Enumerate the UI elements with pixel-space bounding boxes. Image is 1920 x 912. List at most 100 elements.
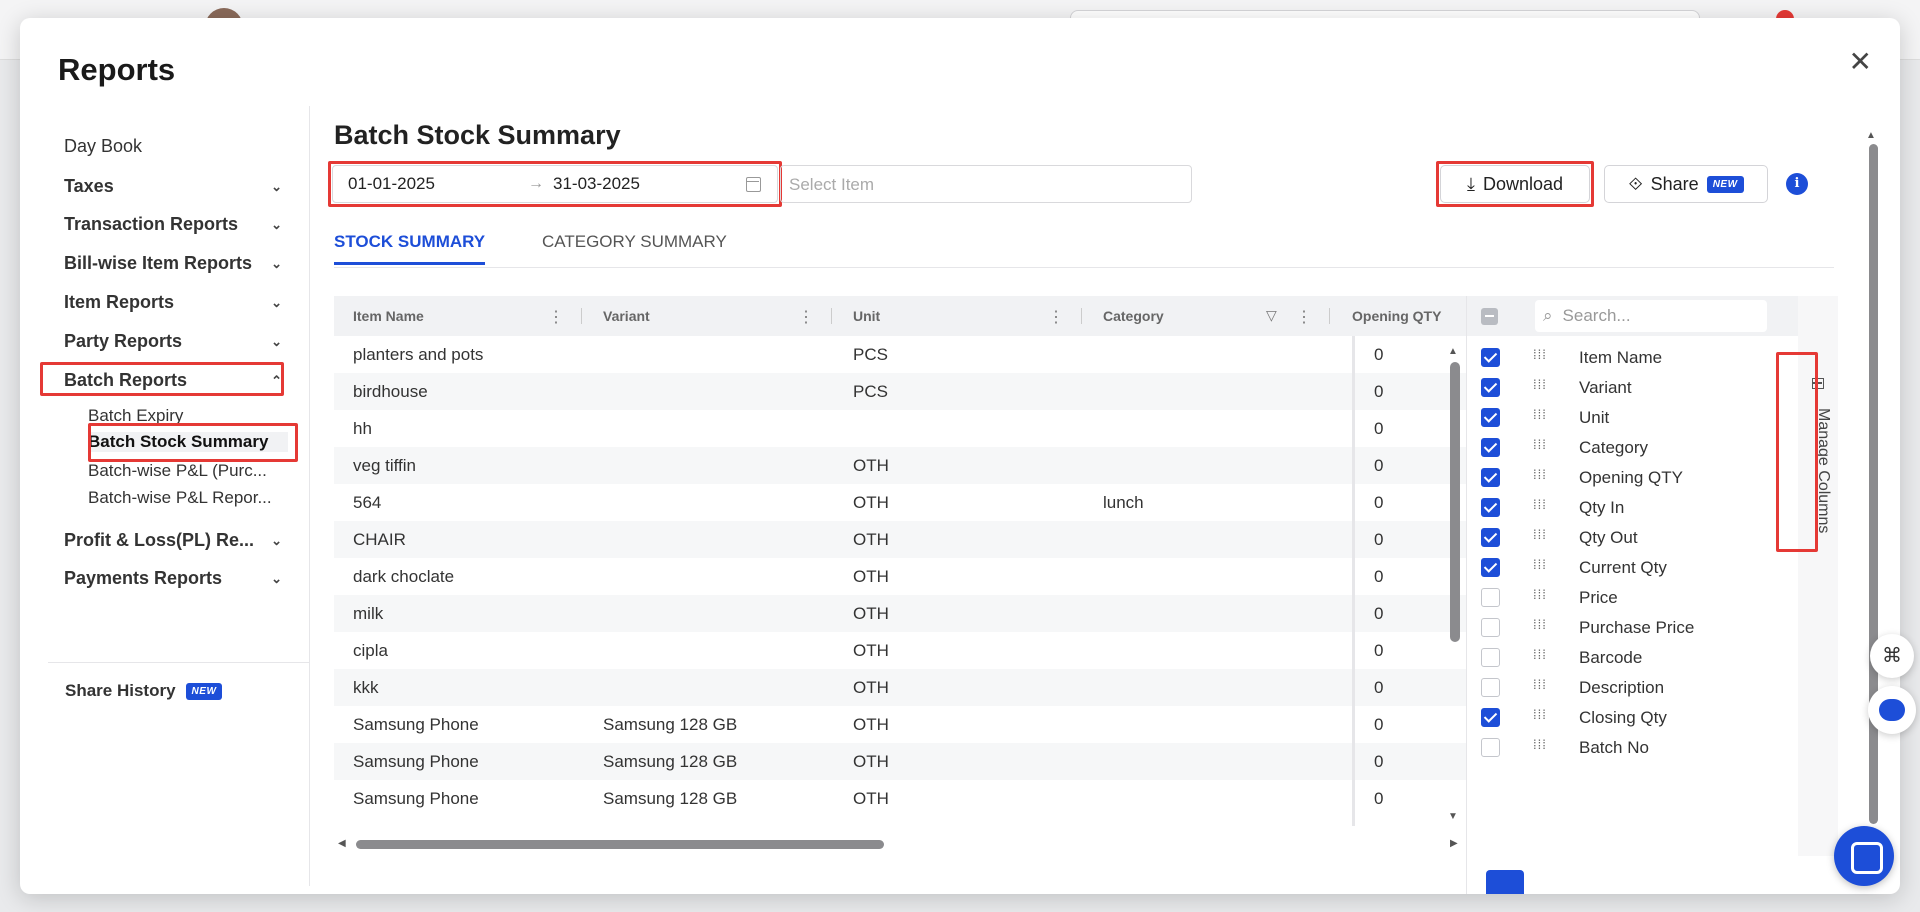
sidebar-sub-batch-wise-pl-report[interactable]: Batch-wise P&L Repor... bbox=[88, 488, 288, 508]
share-button[interactable]: ⟐ Share NEW bbox=[1604, 165, 1768, 203]
sidebar-sub-batch-wise-pl-purchase[interactable]: Batch-wise P&L (Purc... bbox=[88, 461, 288, 481]
column-option-price[interactable]: ⁞⁞⁞ Price bbox=[1467, 584, 1767, 614]
column-search-input[interactable]: ⌕ Search... bbox=[1535, 300, 1767, 332]
column-header-variant[interactable]: Variant bbox=[603, 308, 650, 324]
column-checkbox[interactable] bbox=[1481, 618, 1500, 637]
sidebar-item-profit-loss[interactable]: Profit & Loss(PL) Re... ⌄ bbox=[64, 530, 292, 551]
column-menu-icon[interactable]: ⋮ bbox=[798, 307, 814, 327]
select-all-checkbox[interactable] bbox=[1481, 308, 1498, 325]
column-menu-icon[interactable]: ⋮ bbox=[548, 307, 564, 327]
scroll-up-icon[interactable]: ▲ bbox=[1866, 130, 1876, 141]
drag-handle-icon[interactable]: ⁞⁞⁞ bbox=[1533, 707, 1547, 722]
scrollbar-thumb[interactable] bbox=[1450, 362, 1460, 642]
column-checkbox[interactable] bbox=[1481, 708, 1500, 727]
column-option-batch-no[interactable]: ⁞⁞⁞ Batch No bbox=[1467, 734, 1767, 764]
tab-stock-summary[interactable]: STOCK SUMMARY bbox=[334, 232, 486, 265]
date-from[interactable]: 01-01-2025 bbox=[348, 174, 435, 194]
table-row[interactable]: Samsung Phone Samsung 128 GB OTH 0 bbox=[334, 743, 1466, 780]
sidebar-item-batch-reports[interactable]: Batch Reports ⌃ bbox=[64, 370, 292, 391]
column-checkbox[interactable] bbox=[1481, 468, 1500, 487]
table-row[interactable]: CHAIR OTH 0 bbox=[334, 521, 1466, 558]
drag-handle-icon[interactable]: ⁞⁞⁞ bbox=[1533, 527, 1547, 542]
column-resizer[interactable] bbox=[581, 308, 582, 324]
manage-columns-tab[interactable]: Manage Columns bbox=[1804, 374, 1832, 564]
column-checkbox[interactable] bbox=[1481, 438, 1500, 457]
assistant-bot-icon[interactable] bbox=[1868, 686, 1916, 734]
drag-handle-icon[interactable]: ⁞⁞⁞ bbox=[1533, 617, 1547, 632]
scroll-left-icon[interactable]: ◀ bbox=[338, 838, 346, 849]
filter-icon[interactable]: ▽ bbox=[1266, 307, 1277, 324]
table-row[interactable]: planters and pots PCS 0 bbox=[334, 336, 1466, 373]
sidebar-item-item-reports[interactable]: Item Reports ⌄ bbox=[64, 292, 292, 313]
drag-handle-icon[interactable]: ⁞⁞⁞ bbox=[1533, 647, 1547, 662]
table-row[interactable]: birdhouse PCS 0 bbox=[334, 373, 1466, 410]
drag-handle-icon[interactable]: ⁞⁞⁞ bbox=[1533, 437, 1547, 452]
table-row[interactable]: dark choclate OTH 0 bbox=[334, 558, 1466, 595]
drag-handle-icon[interactable]: ⁞⁞⁞ bbox=[1533, 737, 1547, 752]
table-row[interactable]: kkk OTH 0 bbox=[334, 669, 1466, 706]
sidebar-item-transaction-reports[interactable]: Transaction Reports ⌄ bbox=[64, 214, 292, 235]
column-header-category[interactable]: Category bbox=[1103, 308, 1164, 324]
drag-handle-icon[interactable]: ⁞⁞⁞ bbox=[1533, 587, 1547, 602]
table-horizontal-scrollbar[interactable]: ◀ ▶ bbox=[334, 838, 1466, 852]
column-checkbox[interactable] bbox=[1481, 558, 1500, 577]
select-item-input[interactable]: Select Item bbox=[780, 165, 1192, 203]
page-button-current[interactable] bbox=[1486, 870, 1524, 894]
sidebar-item-payments-reports[interactable]: Payments Reports ⌄ bbox=[64, 568, 292, 589]
scrollbar-thumb[interactable] bbox=[356, 840, 884, 849]
column-checkbox[interactable] bbox=[1481, 648, 1500, 667]
table-row[interactable]: veg tiffin OTH 0 bbox=[334, 447, 1466, 484]
column-resizer[interactable] bbox=[1329, 308, 1330, 324]
column-resizer[interactable] bbox=[831, 308, 832, 324]
column-checkbox[interactable] bbox=[1481, 498, 1500, 517]
info-icon[interactable]: i bbox=[1786, 173, 1808, 195]
column-menu-icon[interactable]: ⋮ bbox=[1296, 307, 1312, 327]
table-vertical-scrollbar[interactable]: ▲ ▼ bbox=[1448, 346, 1460, 822]
column-option-barcode[interactable]: ⁞⁞⁞ Barcode bbox=[1467, 644, 1767, 674]
column-header-opening-qty[interactable]: Opening QTY bbox=[1352, 308, 1441, 324]
column-option-description[interactable]: ⁞⁞⁞ Description bbox=[1467, 674, 1767, 704]
table-row[interactable]: cipla OTH 0 bbox=[334, 632, 1466, 669]
column-option-purchase-price[interactable]: ⁞⁞⁞ Purchase Price bbox=[1467, 614, 1767, 644]
drag-handle-icon[interactable]: ⁞⁞⁞ bbox=[1533, 677, 1547, 692]
sidebar-item-party-reports[interactable]: Party Reports ⌄ bbox=[64, 331, 292, 352]
column-checkbox[interactable] bbox=[1481, 378, 1500, 397]
column-option-item-name[interactable]: ⁞⁞⁞ Item Name bbox=[1467, 344, 1767, 374]
column-checkbox[interactable] bbox=[1481, 738, 1500, 757]
command-shortcut-icon[interactable]: ⌘ bbox=[1870, 634, 1914, 678]
table-row[interactable]: milk OTH 0 bbox=[334, 595, 1466, 632]
column-option-category[interactable]: ⁞⁞⁞ Category bbox=[1467, 434, 1767, 464]
sidebar-sub-batch-stock-summary[interactable]: Batch Stock Summary bbox=[88, 432, 288, 452]
column-option-qty-out[interactable]: ⁞⁞⁞ Qty Out bbox=[1467, 524, 1767, 554]
tab-category-summary[interactable]: CATEGORY SUMMARY bbox=[542, 232, 727, 262]
column-checkbox[interactable] bbox=[1481, 408, 1500, 427]
share-history-link[interactable]: Share History NEW bbox=[65, 681, 223, 701]
chat-support-icon[interactable] bbox=[1834, 826, 1894, 886]
column-option-qty-in[interactable]: ⁞⁞⁞ Qty In bbox=[1467, 494, 1767, 524]
column-menu-icon[interactable]: ⋮ bbox=[1048, 307, 1064, 327]
drag-handle-icon[interactable]: ⁞⁞⁞ bbox=[1533, 377, 1547, 392]
sidebar-sub-batch-expiry[interactable]: Batch Expiry bbox=[88, 406, 288, 426]
sidebar-item-bill-wise-item-reports[interactable]: Bill-wise Item Reports ⌄ bbox=[64, 253, 292, 274]
drag-handle-icon[interactable]: ⁞⁞⁞ bbox=[1533, 347, 1547, 362]
table-row[interactable]: hh 0 bbox=[334, 410, 1466, 447]
column-option-opening-qty[interactable]: ⁞⁞⁞ Opening QTY bbox=[1467, 464, 1767, 494]
column-checkbox[interactable] bbox=[1481, 678, 1500, 697]
table-row[interactable]: 564 OTH lunch 0 bbox=[334, 484, 1466, 521]
table-row[interactable]: Samsung Phone Samsung 128 GB OTH 0 bbox=[334, 706, 1466, 743]
scroll-up-icon[interactable]: ▲ bbox=[1448, 346, 1458, 357]
column-header-unit[interactable]: Unit bbox=[853, 308, 880, 324]
scroll-down-icon[interactable]: ▼ bbox=[1448, 811, 1458, 822]
column-checkbox[interactable] bbox=[1481, 348, 1500, 367]
scroll-right-icon[interactable]: ▶ bbox=[1450, 838, 1458, 849]
drag-handle-icon[interactable]: ⁞⁞⁞ bbox=[1533, 557, 1547, 572]
sidebar-item-day-book[interactable]: Day Book bbox=[64, 136, 292, 157]
column-checkbox[interactable] bbox=[1481, 588, 1500, 607]
close-icon[interactable]: ✕ bbox=[1849, 48, 1872, 76]
date-to[interactable]: 31-03-2025 bbox=[553, 174, 640, 194]
column-option-unit[interactable]: ⁞⁞⁞ Unit bbox=[1467, 404, 1767, 434]
sidebar-item-taxes[interactable]: Taxes ⌄ bbox=[64, 176, 292, 197]
column-option-closing-qty[interactable]: ⁞⁞⁞ Closing Qty bbox=[1467, 704, 1767, 734]
table-row[interactable]: Samsung Phone Samsung 128 GB OTH 0 bbox=[334, 780, 1466, 817]
drag-handle-icon[interactable]: ⁞⁞⁞ bbox=[1533, 407, 1547, 422]
